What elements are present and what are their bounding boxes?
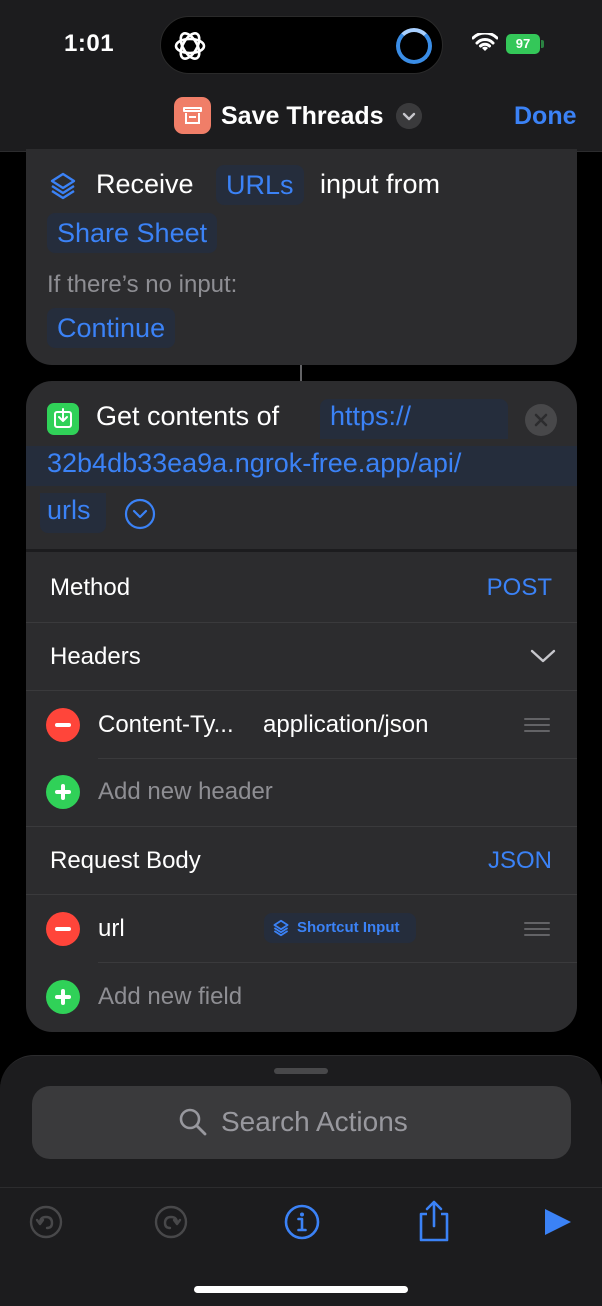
share-icon[interactable] [414, 1198, 454, 1244]
shortcut-input-icon [273, 919, 289, 937]
undo-icon[interactable] [26, 1202, 66, 1242]
search-actions-field[interactable]: Search Actions [32, 1086, 571, 1159]
status-time: 1:01 [64, 30, 115, 57]
search-placeholder: Search Actions [221, 1106, 408, 1137]
shortcut-app-icon [174, 97, 211, 134]
get-contents-action-card[interactable]: Get contents of https:// 32b4db33ea9a.ng… [26, 381, 577, 1032]
receive-verb: Receive [96, 169, 194, 199]
method-value[interactable]: POST [487, 574, 552, 602]
search-icon [179, 1108, 207, 1136]
url-token-line3[interactable]: urls [47, 495, 91, 526]
reorder-handle-icon[interactable] [524, 718, 550, 732]
action-connector-line [300, 365, 302, 381]
request-body-label: Request Body [50, 847, 201, 874]
input-type-token[interactable]: URLs [216, 165, 304, 205]
clear-url-icon[interactable] [525, 404, 557, 436]
expand-options-chevron-icon[interactable] [124, 498, 156, 530]
no-input-option-token[interactable]: Continue [47, 308, 176, 348]
shortcut-title[interactable]: Save Threads [221, 102, 384, 131]
url-token-line1[interactable]: https:// [330, 401, 411, 432]
reorder-handle-icon[interactable] [524, 922, 550, 936]
add-header-icon[interactable] [46, 775, 80, 809]
dynamic-island [160, 16, 443, 74]
run-play-icon[interactable] [538, 1202, 578, 1242]
title-menu-chevron-icon[interactable] [396, 103, 422, 129]
field-key[interactable]: url [98, 915, 125, 943]
redo-icon[interactable] [151, 1202, 191, 1242]
no-input-label: If there’s no input: [47, 271, 238, 298]
headers-chevron-down-icon[interactable] [530, 647, 556, 665]
done-button[interactable]: Done [514, 102, 577, 131]
actions-sheet: Search Actions [0, 1055, 602, 1306]
url-token-line2[interactable]: 32b4db33ea9a.ngrok-free.app/api/ [47, 448, 461, 479]
request-body-type[interactable]: JSON [488, 847, 552, 875]
get-contents-icon [47, 403, 79, 435]
receive-connector: input from [320, 169, 441, 199]
wifi-icon [472, 33, 498, 51]
sheet-grabber[interactable] [274, 1068, 328, 1074]
add-field-button[interactable]: Add new field [98, 983, 242, 1011]
home-indicator [194, 1286, 408, 1293]
status-bar: 1:01 97 [0, 0, 602, 90]
method-label: Method [50, 574, 131, 601]
battery-icon: 97 [506, 34, 540, 54]
activity-ring-icon [396, 28, 432, 64]
add-header-button[interactable]: Add new header [98, 778, 273, 806]
info-icon[interactable] [282, 1202, 322, 1242]
receive-action-icon [50, 172, 76, 200]
remove-header-button[interactable] [46, 708, 80, 742]
headers-label: Headers [50, 643, 141, 670]
get-contents-title: Get contents of [96, 401, 280, 431]
header-value[interactable]: application/json [263, 711, 428, 739]
navigation-bar: Save Threads Done [0, 90, 602, 152]
add-field-icon[interactable] [46, 980, 80, 1014]
header-key[interactable]: Content-Ty... [98, 711, 234, 739]
receive-action-card[interactable]: Receive URLs input from Share Sheet If t… [26, 149, 577, 365]
battery-tip [541, 40, 544, 48]
chatgpt-icon [174, 32, 206, 60]
shortcut-input-token[interactable]: Shortcut Input [264, 913, 416, 943]
input-source-token[interactable]: Share Sheet [47, 213, 218, 253]
remove-field-button[interactable] [46, 912, 80, 946]
shortcut-input-label: Shortcut Input [297, 919, 400, 936]
